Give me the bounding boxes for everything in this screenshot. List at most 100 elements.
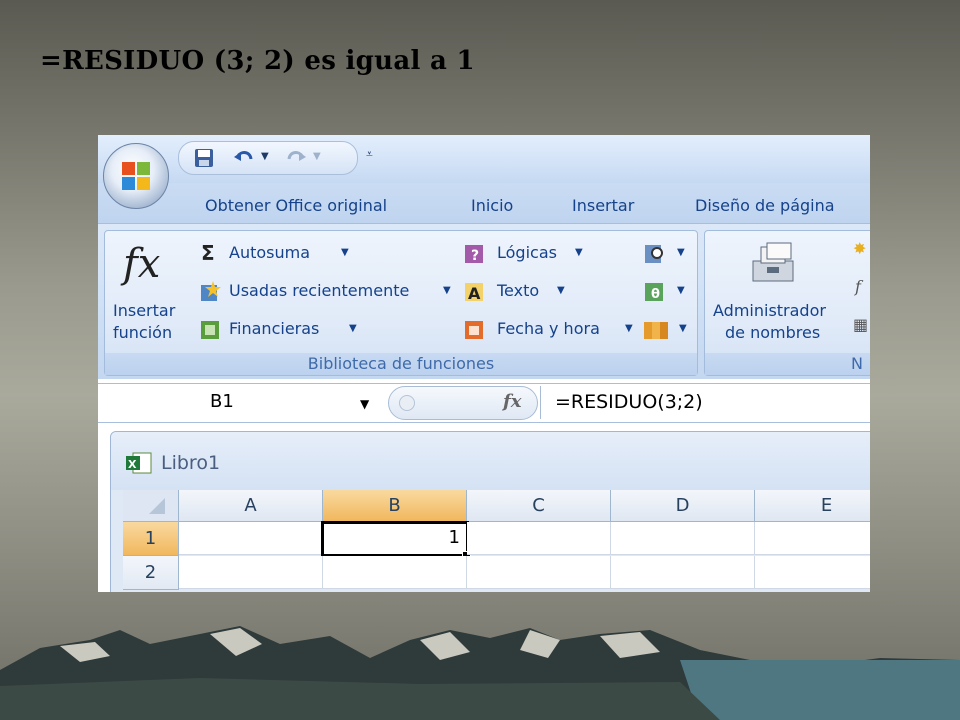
spreadsheet-grid: A B C D E 1 2 1	[123, 490, 870, 592]
insert-function-button[interactable]: fx Insertar función	[105, 231, 189, 351]
title-bar: ▼ ▼ ⩡	[98, 135, 870, 183]
cell-b1[interactable]: 1	[321, 521, 469, 557]
text-button[interactable]: A Texto ▼	[463, 279, 603, 305]
logical-label: Lógicas	[497, 243, 557, 262]
column-header-b[interactable]: B	[323, 490, 467, 522]
column-header-a[interactable]: A	[179, 490, 323, 522]
slide-title: =RESIDUO (3; 2) es igual a 1	[40, 46, 475, 76]
sigma-icon: Σ	[201, 241, 215, 265]
formula-text: =RESIDUO(3;2)	[555, 391, 703, 413]
column-header-e[interactable]: E	[755, 490, 870, 522]
lookup-button[interactable]: ▼	[643, 241, 689, 267]
text-label: Texto	[497, 281, 540, 300]
insert-function-label-1: Insertar	[113, 301, 176, 320]
chevron-down-icon: ▼	[677, 247, 685, 258]
financial-book-icon	[201, 321, 219, 339]
tab-page-layout[interactable]: Diseño de página	[695, 196, 835, 215]
excel-screenshot: ▼ ▼ ⩡ Obtener Office original Inicio Ins…	[98, 135, 870, 592]
function-library-label: Biblioteca de funciones	[105, 353, 697, 375]
row-header-1[interactable]: 1	[123, 522, 179, 556]
tab-home[interactable]: Inicio	[471, 196, 513, 215]
function-library-group: fx Insertar función Σ Autosuma ▼ Usadas …	[104, 230, 698, 376]
date-time-book-icon	[465, 321, 483, 339]
name-manager-button[interactable]: Administrador de nombres	[705, 231, 851, 351]
column-header-d[interactable]: D	[611, 490, 755, 522]
undo-icon[interactable]	[233, 148, 255, 168]
cell-a1[interactable]	[179, 522, 323, 555]
svg-text:X: X	[128, 458, 137, 471]
mountain-landscape	[0, 626, 960, 720]
date-time-button[interactable]: Fecha y hora ▼	[463, 317, 643, 343]
name-manager-label-2: de nombres	[725, 323, 821, 342]
cell-d1[interactable]	[611, 522, 755, 555]
column-header-c[interactable]: C	[467, 490, 611, 522]
fx-icon[interactable]: fx	[503, 391, 521, 412]
recently-used-label: Usadas recientemente	[229, 281, 410, 300]
chevron-down-icon: ▼	[679, 323, 687, 334]
fx-icon: fx	[123, 241, 161, 287]
recently-used-button[interactable]: Usadas recientemente ▼	[199, 279, 459, 305]
tab-get-office[interactable]: Obtener Office original	[205, 196, 387, 215]
chevron-down-icon: ▼	[677, 285, 685, 296]
define-name-icon[interactable]: ✸	[853, 239, 866, 258]
formula-input[interactable]: =RESIDUO(3;2)	[540, 386, 870, 419]
fx-button-pill: fx	[388, 386, 538, 420]
more-functions-button[interactable]: ▼	[643, 317, 689, 343]
cell-c2[interactable]	[467, 556, 611, 589]
logical-book-icon: ?	[465, 245, 483, 264]
logical-button[interactable]: ? Lógicas ▼	[463, 241, 603, 267]
cell-e1[interactable]	[755, 522, 870, 555]
redo-icon[interactable]	[285, 148, 307, 168]
name-box[interactable]: B1 ▼	[98, 386, 384, 419]
name-box-dropdown-icon[interactable]: ▼	[360, 397, 369, 411]
row-header-2[interactable]: 2	[123, 556, 179, 590]
chevron-down-icon: ▼	[443, 285, 451, 296]
cell-a2[interactable]	[179, 556, 323, 589]
svg-text:A: A	[468, 284, 481, 303]
name-manager-icon	[752, 242, 794, 282]
insert-function-label-2: función	[113, 323, 173, 342]
workbook-title-bar: X Libro1	[111, 432, 870, 490]
cell-d2[interactable]	[611, 556, 755, 589]
customize-toolbar-icon[interactable]: ⩡	[366, 147, 373, 162]
create-from-selection-icon[interactable]: ▦	[853, 315, 868, 334]
math-trig-button[interactable]: θ ▼	[643, 279, 689, 305]
excel-workbook-icon: X	[126, 452, 152, 474]
svg-text:θ: θ	[651, 287, 660, 302]
chevron-down-icon: ▼	[557, 285, 565, 296]
undo-dropdown-icon[interactable]: ▼	[261, 151, 269, 162]
date-time-label: Fecha y hora	[497, 319, 600, 338]
lookup-magnifier-icon	[645, 245, 663, 263]
select-all-triangle-icon	[149, 498, 165, 514]
redo-dropdown-icon[interactable]: ▼	[313, 151, 321, 162]
chevron-down-icon: ▼	[625, 323, 633, 334]
financial-button[interactable]: Financieras ▼	[199, 317, 459, 343]
cell-c1[interactable]	[467, 522, 611, 555]
ribbon-tabs: Obtener Office original Inicio Insertar …	[98, 183, 870, 223]
theta-book-icon: θ	[645, 283, 663, 302]
autosum-label: Autosuma	[229, 243, 311, 262]
ribbon: fx Insertar función Σ Autosuma ▼ Usadas …	[98, 223, 870, 379]
star-book-icon	[201, 281, 221, 301]
select-all-button[interactable]	[123, 490, 179, 522]
tab-insert[interactable]: Insertar	[572, 196, 634, 215]
autosum-button[interactable]: Σ Autosuma ▼	[199, 241, 459, 267]
svg-text:?: ?	[471, 248, 479, 264]
name-box-value: B1	[210, 391, 234, 412]
splitter-handle-icon[interactable]	[399, 395, 415, 411]
office-button[interactable]	[103, 143, 169, 209]
defined-names-group: Administrador de nombres ✸ f ▦ N	[704, 230, 870, 376]
cell-b2[interactable]	[323, 556, 467, 589]
workbook-window: X Libro1 A B C D E 1 2 1	[110, 431, 870, 592]
chevron-down-icon: ▼	[575, 247, 583, 258]
use-in-formula-icon[interactable]: f	[855, 277, 861, 296]
name-manager-label-1: Administrador	[713, 301, 826, 320]
save-icon[interactable]	[193, 148, 215, 168]
formula-bar: B1 ▼ fx =RESIDUO(3;2)	[98, 383, 870, 423]
defined-names-label: N	[705, 353, 870, 375]
chevron-down-icon: ▼	[341, 247, 349, 258]
workbook-name: Libro1	[161, 452, 221, 474]
office-logo-icon	[122, 162, 150, 190]
cell-e2[interactable]	[755, 556, 870, 589]
quick-access-toolbar: ▼ ▼	[178, 141, 358, 175]
